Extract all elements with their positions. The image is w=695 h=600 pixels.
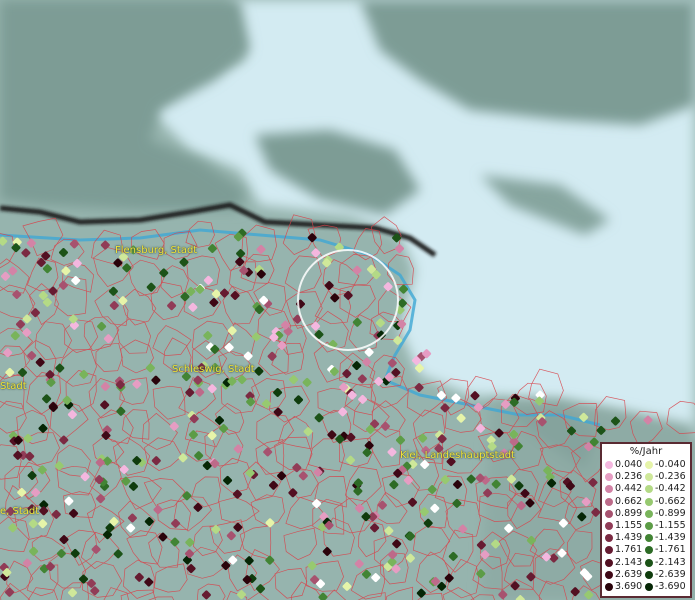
place-label-schleswig: Schleswig, Stadt (172, 364, 255, 375)
legend-label: -1.761 (655, 544, 686, 556)
legend-label: 1.761 (615, 544, 643, 556)
legend-swatch (645, 570, 653, 579)
legend-label: 1.155 (615, 520, 643, 531)
place-label-left-bottom: e, Stadt (0, 506, 40, 517)
legend-label: 2.143 (615, 556, 643, 568)
place-label-left-top: Stadt (0, 381, 27, 392)
legend-swatch (645, 461, 653, 469)
legend-swatch (605, 534, 613, 543)
legend-label: 0.236 (615, 471, 643, 483)
legend-label: -2.639 (655, 568, 686, 580)
legend-swatch (605, 570, 613, 579)
legend-label: 0.662 (615, 495, 643, 507)
legend-label: 1.439 (615, 532, 643, 544)
legend-swatch (645, 509, 653, 518)
legend-label: 3.690 (615, 581, 643, 592)
legend-label: -0.899 (655, 507, 686, 519)
place-label-flensburg: Flensburg, Stadt (115, 245, 198, 256)
legend-swatch (645, 485, 653, 494)
legend-swatch (605, 546, 613, 555)
legend-swatch (605, 583, 613, 591)
legend-label: -0.236 (655, 471, 686, 483)
legend-swatch (605, 473, 613, 482)
legend-swatch (645, 473, 653, 482)
legend-label: -1.155 (655, 520, 686, 531)
legend-swatch (645, 522, 653, 530)
legend-swatch (605, 497, 613, 506)
legend-label: -1.439 (655, 532, 686, 544)
legend-swatch (645, 534, 653, 543)
legend-label: 0.040 (615, 459, 643, 470)
legend-swatch (645, 558, 653, 567)
legend-label: -0.442 (655, 483, 686, 495)
legend-swatch (645, 583, 653, 591)
legend-swatch (605, 461, 613, 469)
legend-swatch (645, 497, 653, 506)
legend-label: 0.899 (615, 507, 643, 519)
legend-label: -0.040 (655, 459, 686, 470)
legend-swatch (605, 558, 613, 567)
legend-label: 2.639 (615, 568, 643, 580)
legend-swatch (605, 509, 613, 518)
legend-label: -0.662 (655, 495, 686, 507)
legend-label: -3.690 (655, 581, 686, 592)
legend-label: -2.143 (655, 556, 686, 568)
legend-swatch (605, 485, 613, 494)
legend: %/Jahr 0.040 -0.040 0.236 -0.236 0.442 -0.442… (600, 442, 692, 598)
legend-label: 0.442 (615, 483, 643, 495)
map-canvas[interactable] (0, 0, 695, 600)
legend-swatch (605, 522, 613, 530)
place-label-kiel: Kiel, Landeshauptstadt (400, 450, 515, 461)
legend-swatch (645, 546, 653, 555)
legend-title: %/Jahr (629, 446, 663, 457)
